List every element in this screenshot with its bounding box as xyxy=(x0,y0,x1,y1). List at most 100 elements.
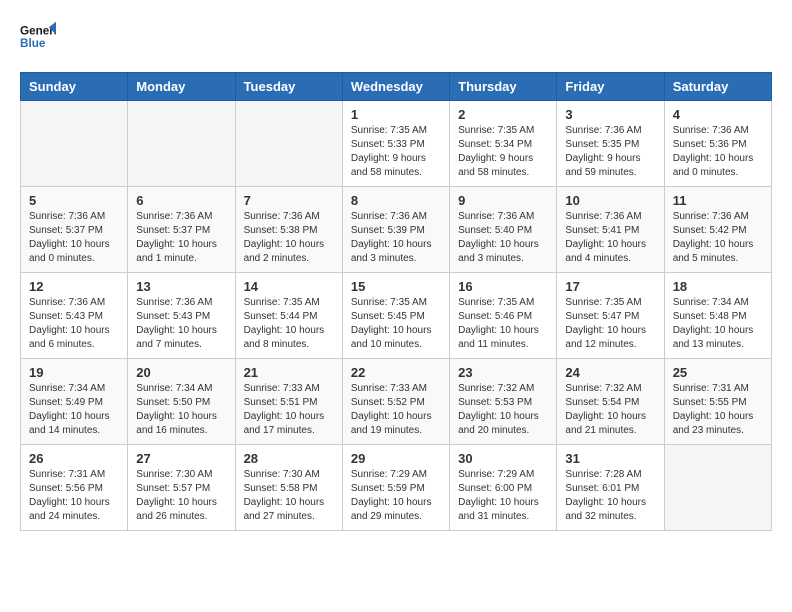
day-info: Sunrise: 7:30 AM Sunset: 5:58 PM Dayligh… xyxy=(244,468,334,524)
day-info: Sunrise: 7:34 AM Sunset: 5:48 PM Dayligh… xyxy=(673,296,763,352)
calendar-cell xyxy=(664,445,771,531)
day-header-monday: Monday xyxy=(128,73,235,101)
calendar-cell: 13 Sunrise: 7:36 AM Sunset: 5:43 PM Dayli… xyxy=(128,273,235,359)
calendar-week-1: 1 Sunrise: 7:35 AM Sunset: 5:33 PM Daylig… xyxy=(21,101,772,187)
day-info: Sunrise: 7:35 AM Sunset: 5:33 PM Dayligh… xyxy=(351,124,441,180)
day-number: 13 xyxy=(136,279,226,294)
day-info: Sunrise: 7:35 AM Sunset: 5:46 PM Dayligh… xyxy=(458,296,548,352)
day-header-friday: Friday xyxy=(557,73,664,101)
calendar-cell: 18 Sunrise: 7:34 AM Sunset: 5:48 PM Dayli… xyxy=(664,273,771,359)
day-number: 8 xyxy=(351,193,441,208)
calendar-cell: 23 Sunrise: 7:32 AM Sunset: 5:53 PM Dayli… xyxy=(450,359,557,445)
svg-text:Blue: Blue xyxy=(20,37,46,50)
day-number: 10 xyxy=(565,193,655,208)
day-info: Sunrise: 7:36 AM Sunset: 5:43 PM Dayligh… xyxy=(29,296,119,352)
day-number: 14 xyxy=(244,279,334,294)
day-number: 29 xyxy=(351,451,441,466)
calendar-cell: 17 Sunrise: 7:35 AM Sunset: 5:47 PM Dayli… xyxy=(557,273,664,359)
day-number: 2 xyxy=(458,107,548,122)
calendar-cell: 19Sunrise: 7:34 AM Sunset: 5:49 PM Dayli… xyxy=(21,359,128,445)
day-number: 28 xyxy=(244,451,334,466)
day-info: Sunrise: 7:36 AM Sunset: 5:43 PM Dayligh… xyxy=(136,296,226,352)
calendar-cell: 11Sunrise: 7:36 AM Sunset: 5:42 PM Dayli… xyxy=(664,187,771,273)
day-info: Sunrise: 7:32 AM Sunset: 5:53 PM Dayligh… xyxy=(458,382,548,438)
day-info: Sunrise: 7:35 AM Sunset: 5:34 PM Dayligh… xyxy=(458,124,548,180)
day-number: 24 xyxy=(565,365,655,380)
day-info: Sunrise: 7:36 AM Sunset: 5:37 PM Dayligh… xyxy=(29,210,119,266)
day-info: Sunrise: 7:33 AM Sunset: 5:51 PM Dayligh… xyxy=(244,382,334,438)
day-info: Sunrise: 7:32 AM Sunset: 5:54 PM Dayligh… xyxy=(565,382,655,438)
day-number: 31 xyxy=(565,451,655,466)
day-number: 7 xyxy=(244,193,334,208)
calendar-cell: 28 Sunrise: 7:30 AM Sunset: 5:58 PM Dayli… xyxy=(235,445,342,531)
day-info: Sunrise: 7:29 AM Sunset: 5:59 PM Dayligh… xyxy=(351,468,441,524)
day-number: 6 xyxy=(136,193,226,208)
calendar-cell: 5 Sunrise: 7:36 AM Sunset: 5:37 PM Daylig… xyxy=(21,187,128,273)
calendar-cell: 20 Sunrise: 7:34 AM Sunset: 5:50 PM Dayli… xyxy=(128,359,235,445)
day-info: Sunrise: 7:34 AM Sunset: 5:50 PM Dayligh… xyxy=(136,382,226,438)
calendar-cell: 22 Sunrise: 7:33 AM Sunset: 5:52 PM Dayli… xyxy=(342,359,449,445)
day-header-wednesday: Wednesday xyxy=(342,73,449,101)
calendar-cell: 26Sunrise: 7:31 AM Sunset: 5:56 PM Dayli… xyxy=(21,445,128,531)
day-info: Sunrise: 7:36 AM Sunset: 5:39 PM Dayligh… xyxy=(351,210,441,266)
day-number: 22 xyxy=(351,365,441,380)
day-info: Sunrise: 7:36 AM Sunset: 5:41 PM Dayligh… xyxy=(565,210,655,266)
day-info: Sunrise: 7:36 AM Sunset: 5:37 PM Dayligh… xyxy=(136,210,226,266)
calendar-cell: 27Sunrise: 7:30 AM Sunset: 5:57 PM Dayli… xyxy=(128,445,235,531)
calendar-cell: 21Sunrise: 7:33 AM Sunset: 5:51 PM Dayli… xyxy=(235,359,342,445)
calendar-cell: 10 Sunrise: 7:36 AM Sunset: 5:41 PM Dayli… xyxy=(557,187,664,273)
day-info: Sunrise: 7:36 AM Sunset: 5:36 PM Dayligh… xyxy=(673,124,763,180)
days-header-row: SundayMondayTuesdayWednesdayThursdayFrid… xyxy=(21,73,772,101)
day-number: 25 xyxy=(673,365,763,380)
calendar-cell: 30 Sunrise: 7:29 AM Sunset: 6:00 PM Dayli… xyxy=(450,445,557,531)
day-number: 11 xyxy=(673,193,763,208)
calendar-cell xyxy=(128,101,235,187)
day-number: 15 xyxy=(351,279,441,294)
calendar-week-2: 5 Sunrise: 7:36 AM Sunset: 5:37 PM Daylig… xyxy=(21,187,772,273)
day-info: Sunrise: 7:36 AM Sunset: 5:35 PM Dayligh… xyxy=(565,124,655,180)
calendar-cell: 2 Sunrise: 7:35 AM Sunset: 5:34 PM Daylig… xyxy=(450,101,557,187)
calendar-cell: 25 Sunrise: 7:31 AM Sunset: 5:55 PM Dayli… xyxy=(664,359,771,445)
day-info: Sunrise: 7:31 AM Sunset: 5:55 PM Dayligh… xyxy=(673,382,763,438)
calendar-cell: 29 Sunrise: 7:29 AM Sunset: 5:59 PM Dayli… xyxy=(342,445,449,531)
calendar-cell: 9Sunrise: 7:36 AM Sunset: 5:40 PM Daylig… xyxy=(450,187,557,273)
day-number: 23 xyxy=(458,365,548,380)
day-number: 20 xyxy=(136,365,226,380)
day-header-tuesday: Tuesday xyxy=(235,73,342,101)
day-header-saturday: Saturday xyxy=(664,73,771,101)
day-info: Sunrise: 7:30 AM Sunset: 5:57 PM Dayligh… xyxy=(136,468,226,524)
calendar-cell xyxy=(21,101,128,187)
day-info: Sunrise: 7:36 AM Sunset: 5:38 PM Dayligh… xyxy=(244,210,334,266)
day-header-sunday: Sunday xyxy=(21,73,128,101)
page-header: General Blue xyxy=(20,20,772,56)
day-number: 18 xyxy=(673,279,763,294)
day-info: Sunrise: 7:34 AM Sunset: 5:49 PM Dayligh… xyxy=(29,382,119,438)
calendar-cell: 31Sunrise: 7:28 AM Sunset: 6:01 PM Dayli… xyxy=(557,445,664,531)
calendar-week-3: 12Sunrise: 7:36 AM Sunset: 5:43 PM Dayli… xyxy=(21,273,772,359)
day-header-thursday: Thursday xyxy=(450,73,557,101)
calendar-cell: 16 Sunrise: 7:35 AM Sunset: 5:46 PM Dayli… xyxy=(450,273,557,359)
day-number: 5 xyxy=(29,193,119,208)
calendar-week-5: 26Sunrise: 7:31 AM Sunset: 5:56 PM Dayli… xyxy=(21,445,772,531)
day-number: 30 xyxy=(458,451,548,466)
day-number: 17 xyxy=(565,279,655,294)
calendar-cell: 15 Sunrise: 7:35 AM Sunset: 5:45 PM Dayli… xyxy=(342,273,449,359)
day-number: 3 xyxy=(565,107,655,122)
day-info: Sunrise: 7:35 AM Sunset: 5:44 PM Dayligh… xyxy=(244,296,334,352)
calendar-cell: 12Sunrise: 7:36 AM Sunset: 5:43 PM Dayli… xyxy=(21,273,128,359)
day-number: 1 xyxy=(351,107,441,122)
day-number: 26 xyxy=(29,451,119,466)
day-info: Sunrise: 7:35 AM Sunset: 5:45 PM Dayligh… xyxy=(351,296,441,352)
calendar-cell: 3 Sunrise: 7:36 AM Sunset: 5:35 PM Daylig… xyxy=(557,101,664,187)
day-info: Sunrise: 7:35 AM Sunset: 5:47 PM Dayligh… xyxy=(565,296,655,352)
day-number: 4 xyxy=(673,107,763,122)
calendar-cell: 1 Sunrise: 7:35 AM Sunset: 5:33 PM Daylig… xyxy=(342,101,449,187)
day-number: 16 xyxy=(458,279,548,294)
logo: General Blue xyxy=(20,20,56,56)
calendar-week-4: 19Sunrise: 7:34 AM Sunset: 5:49 PM Dayli… xyxy=(21,359,772,445)
day-info: Sunrise: 7:29 AM Sunset: 6:00 PM Dayligh… xyxy=(458,468,548,524)
day-info: Sunrise: 7:33 AM Sunset: 5:52 PM Dayligh… xyxy=(351,382,441,438)
day-number: 9 xyxy=(458,193,548,208)
calendar-cell: 14 Sunrise: 7:35 AM Sunset: 5:44 PM Dayli… xyxy=(235,273,342,359)
calendar-cell: 8 Sunrise: 7:36 AM Sunset: 5:39 PM Daylig… xyxy=(342,187,449,273)
